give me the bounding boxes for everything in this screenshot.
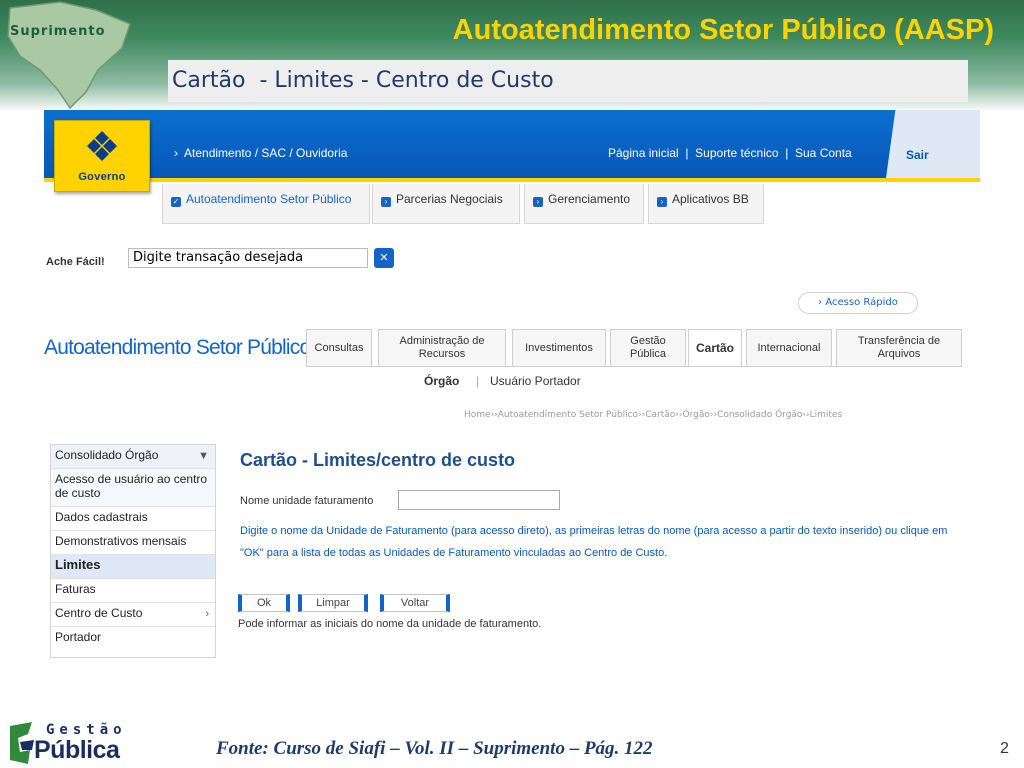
brazil-map-icon — [7, 1, 131, 110]
footer-source-note: Fonte: Curso de Siafi – Vol. II – Suprim… — [216, 738, 653, 759]
tab-administracao-recursos[interactable]: Administração de Recursos — [378, 329, 506, 367]
nav-tab-label: Aplicativos BB — [672, 192, 749, 206]
slide-subtitle: Cartão - Limites - Centro de Custo — [172, 68, 554, 93]
bb-governo-logo[interactable]: Governo — [54, 120, 150, 192]
sair-tab — [886, 110, 980, 178]
nav-tab-aplicativos[interactable]: › Aplicativos BB — [648, 184, 764, 224]
unidade-faturamento-input[interactable] — [398, 490, 560, 510]
field-label: Nome unidade faturamento — [240, 495, 374, 507]
subtab-usuario-portador[interactable]: Usuário Portador — [490, 374, 581, 388]
acesso-rapido-button[interactable]: › Acesso Rápido — [798, 292, 918, 314]
nav-tab-autoatendimento[interactable]: ✓ Autoatendimento Setor Público — [162, 184, 370, 224]
nav-tab-label: Autoatendimento Setor Público — [186, 192, 352, 206]
sidebar-item-consolidado-orgao[interactable]: Consolidado Órgão ▼ — [51, 445, 215, 469]
subtab-separator: | — [476, 374, 480, 388]
sidebar-item-demonstrativos[interactable]: Demonstrativos mensais — [51, 531, 215, 555]
page-number: 2 — [1000, 740, 1009, 757]
nav-tab-label: Gerenciamento — [548, 192, 631, 206]
nav-tab-gerenciamento[interactable]: › Gerenciamento — [524, 184, 644, 224]
sidebar-item-faturas[interactable]: Faturas — [51, 579, 215, 603]
sidebar-item-centro-custo[interactable]: Centro de Custo › — [51, 603, 215, 627]
tab-consultas[interactable]: Consultas — [306, 329, 372, 367]
atendimento-link[interactable]: › Atendimento / SAC / Ouvidoria — [174, 146, 347, 160]
chevron-down-icon: ▼ — [198, 450, 209, 462]
side-menu: Consolidado Órgão ▼ Acesso de usuário ao … — [50, 444, 216, 658]
bb-logo-label: Governo — [78, 171, 126, 183]
page-title: Cartão - Limites/centro de custo — [240, 450, 516, 470]
sidebar-item-portador[interactable]: Portador — [51, 627, 215, 651]
nav-tab-parcerias[interactable]: › Parcerias Negociais — [372, 184, 520, 224]
tab-gestao-publica[interactable]: Gestão Pública — [610, 329, 686, 367]
sidebar-item-label: Consolidado Órgão — [55, 448, 159, 462]
sidebar-item-label: Centro de Custo — [55, 606, 143, 620]
top-blue-bar — [44, 110, 980, 178]
tab-underline — [306, 366, 962, 367]
arrow-right-icon: › — [657, 197, 667, 207]
tab-internacional[interactable]: Internacional — [746, 329, 832, 367]
suprimento-logo-text: Suprimento — [10, 24, 106, 39]
ache-facil-input[interactable]: Digite transação desejada — [128, 248, 368, 268]
tab-transferencia-arquivos[interactable]: Transferência de Arquivos — [836, 329, 962, 367]
voltar-button[interactable]: Voltar — [380, 594, 450, 612]
sidebar-item-acesso-usuario[interactable]: Acesso de usuário ao centro de custo — [51, 469, 215, 507]
ok-button[interactable]: Ok — [238, 594, 290, 612]
ache-facil-label: Ache Fácil! — [46, 256, 105, 268]
slide-title: Autoatendimento Setor Público (AASP) — [452, 14, 994, 46]
arrow-right-icon: › — [533, 197, 543, 207]
limpar-button[interactable]: Limpar — [298, 594, 368, 612]
help-text: Digite o nome da Unidade de Faturamento … — [240, 525, 948, 559]
tab-cartao[interactable]: Cartão — [688, 329, 742, 367]
tab-investimentos[interactable]: Investimentos — [512, 329, 606, 367]
publica-logo-word: Pública — [34, 736, 120, 764]
sair-link[interactable]: Sair — [906, 148, 929, 162]
hint-text: Pode informar as iniciais do nome da uni… — [238, 618, 542, 630]
top-right-links[interactable]: Página inicial | Suporte técnico | Sua C… — [608, 146, 852, 160]
breadcrumb[interactable]: Home››Autoatendimento Setor Público››Car… — [464, 410, 842, 420]
yellow-divider — [44, 178, 980, 182]
arrow-right-icon: › — [381, 197, 391, 207]
ache-facil-clear-button[interactable]: ✕ — [374, 248, 394, 268]
sidebar-item-limites[interactable]: Limites — [51, 555, 215, 579]
checkbox-icon: ✓ — [171, 197, 181, 207]
chevron-right-icon: › — [205, 608, 209, 620]
sidebar-item-dados-cadastrais[interactable]: Dados cadastrais — [51, 507, 215, 531]
nav-tab-label: Parcerias Negociais — [396, 192, 503, 206]
embedded-screenshot: Governo › Atendimento / SAC / Ouvidoria … — [44, 110, 980, 670]
bb-logo-icon — [87, 131, 117, 161]
section-heading: Autoatendimento Setor Público — [44, 336, 311, 359]
subtab-orgao[interactable]: Órgão — [424, 374, 459, 388]
